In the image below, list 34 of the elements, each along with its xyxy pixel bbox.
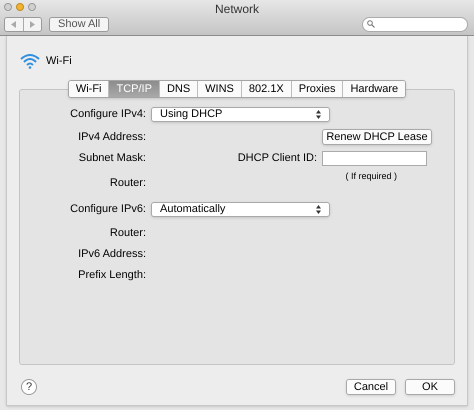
- client-id-field[interactable]: [322, 151, 427, 166]
- hint-text: ( If required ): [345, 170, 397, 183]
- field-label: Configure IPv6:: [70, 202, 146, 217]
- forward-icon: [30, 20, 35, 28]
- field-label: Prefix Length:: [78, 268, 146, 284]
- field-label: DHCP Client ID:: [238, 151, 317, 166]
- back-forward-buttons[interactable]: [4, 16, 42, 32]
- window-title: Network: [215, 1, 259, 18]
- updown-icon: [316, 110, 321, 118]
- tab[interactable]: Wi-Fi: [68, 81, 108, 97]
- service-name: Wi-Fi: [46, 54, 72, 69]
- wifi-icon: [20, 53, 40, 69]
- field-label: Router:: [110, 176, 146, 191]
- field-label: IPv6 Address:: [78, 247, 146, 262]
- search-field[interactable]: [362, 16, 468, 32]
- field-label: IPv4 Address:: [78, 130, 146, 145]
- search-icon: [367, 20, 375, 28]
- back-icon: [11, 20, 16, 28]
- field-label: Configure IPv4:: [70, 106, 146, 122]
- show-all-button[interactable]: Show All: [49, 16, 110, 32]
- help-button[interactable]: ?: [21, 379, 37, 395]
- cancel-button[interactable]: Cancel: [346, 379, 396, 395]
- ok-button[interactable]: OK: [405, 379, 455, 395]
- tab[interactable]: WINS: [197, 81, 241, 97]
- tab[interactable]: 802.1X: [240, 81, 291, 97]
- tab[interactable]: Hardware: [342, 81, 406, 97]
- configure-ipv6-popup[interactable]: Automatically: [151, 202, 330, 216]
- updown-icon: [316, 204, 321, 214]
- configure-ipv4-popup[interactable]: Using DHCP: [151, 106, 330, 122]
- tab[interactable]: DNS: [158, 81, 198, 97]
- field-label: Router:: [110, 226, 146, 242]
- tab[interactable]: Proxies: [290, 81, 342, 97]
- renew-dhcp-button[interactable]: Renew DHCP Lease: [322, 129, 432, 145]
- field-label: Subnet Mask:: [78, 151, 146, 166]
